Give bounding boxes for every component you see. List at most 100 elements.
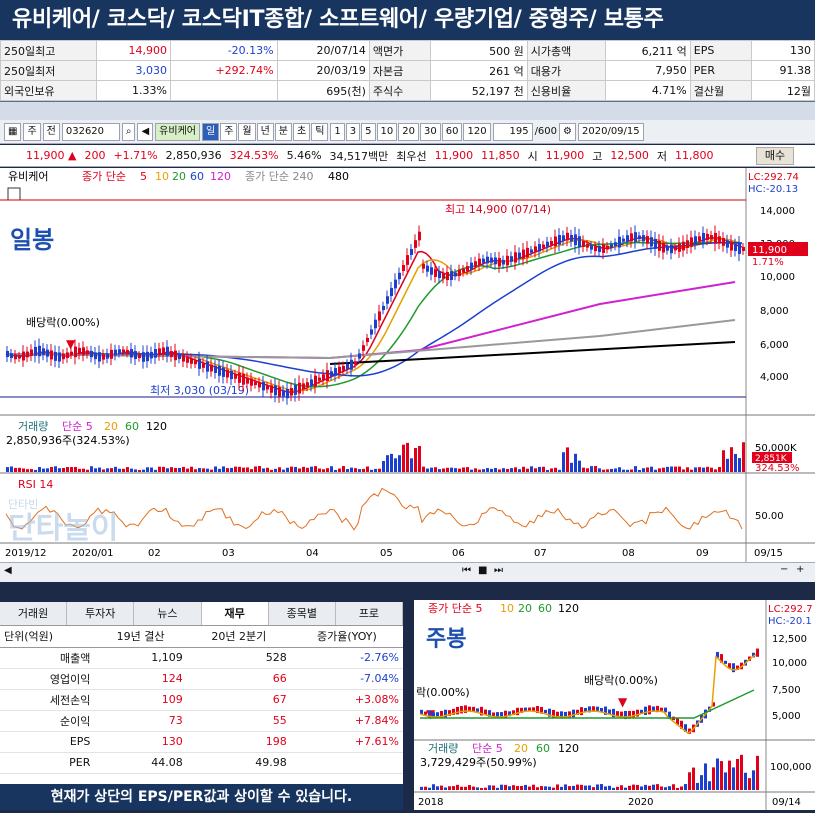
candle-body <box>606 245 609 250</box>
period-button[interactable]: 일 <box>201 122 220 141</box>
nav-stop-icon[interactable]: ■ <box>478 565 487 576</box>
weekly-volume-bar <box>508 786 511 790</box>
y-tick: 4,000 <box>760 372 789 383</box>
weekly-volume-ma: 단순 5 <box>472 742 503 755</box>
interval-button[interactable]: 1 <box>330 122 345 141</box>
financial-tab[interactable]: 종목별 <box>268 602 336 625</box>
candle-body <box>330 371 333 377</box>
weekly-volume-bar <box>592 787 595 790</box>
volume-bar <box>138 469 141 472</box>
weekly-volume-bar <box>596 784 599 790</box>
scroll-left-icon[interactable]: ◀ <box>4 565 12 576</box>
count-input[interactable]: 195 <box>492 122 533 141</box>
sound-icon[interactable]: ◀ <box>137 122 154 141</box>
period-button[interactable]: 분 <box>274 122 292 141</box>
interval-button[interactable]: 3 <box>345 122 361 141</box>
candle-body <box>538 244 541 252</box>
period-button[interactable]: 월 <box>238 122 256 141</box>
stock-title-banner: 유비케어/ 코스닥/ 코스닥IT종합/ 소프트웨어/ 우량기업/ 중형주/ 보통… <box>0 0 815 40</box>
weekly-volume-bar <box>456 784 459 790</box>
weekly-volume-bar <box>548 786 551 790</box>
financial-value-2020q2: 66 <box>186 668 291 690</box>
period-button[interactable]: 년 <box>256 122 274 141</box>
weekly-chart-svg[interactable]: 종가 단순 5 10 20 60 120 주봉 LC:292.7 HC:-20.… <box>414 600 815 810</box>
volume-bar <box>82 468 85 472</box>
stock-name-field[interactable]: 유비케어 <box>155 122 200 141</box>
weekly-candle <box>424 711 427 715</box>
nav-first-icon[interactable]: ⏮ <box>462 565 471 576</box>
summary-label: 시가총액 <box>526 40 606 61</box>
interval-button[interactable]: 10 <box>376 122 398 141</box>
volume-bar <box>602 469 605 472</box>
weekly-volume-bar <box>424 786 427 790</box>
volume-bar <box>742 442 745 472</box>
weekly-volume-bar <box>616 786 619 790</box>
volume-bar <box>662 467 665 472</box>
volume-bar <box>266 467 269 472</box>
daily-chart-svg[interactable]: 유비케어 종가 단순 5 10 20 60 120 종가 단순 240 480 … <box>0 168 815 562</box>
financial-growth: -7.04% <box>290 668 403 690</box>
interval-button[interactable]: 20 <box>398 122 419 141</box>
nav-last-icon[interactable]: ⏭ <box>494 565 503 576</box>
volume-bar <box>202 468 205 472</box>
daily-chart-pane[interactable]: 유비케어 종가 단순 5 10 20 60 120 종가 단순 240 480 … <box>0 168 815 562</box>
volume-bar <box>386 455 389 472</box>
candle-body <box>654 238 657 249</box>
candle-body <box>642 235 645 242</box>
layout-icon[interactable]: ▦ <box>4 122 22 141</box>
low-note: 최저 3,030 (03/19) <box>150 384 249 397</box>
financial-tab[interactable]: 거래원 <box>0 602 68 625</box>
candle-body <box>102 354 105 360</box>
search-icon[interactable]: ⌕ <box>121 122 136 141</box>
chart-type-select[interactable]: 주 <box>23 122 41 141</box>
financial-value-2019: 73 <box>94 710 187 732</box>
volume-bar <box>150 467 153 472</box>
volume-bar <box>78 468 81 472</box>
volume-bar <box>298 468 301 472</box>
zoom-in-icon[interactable]: + <box>796 564 804 575</box>
volume-bar <box>46 468 49 472</box>
stock-code-input[interactable]: 032620 <box>61 122 120 141</box>
interval-button[interactable]: 120 <box>463 122 491 141</box>
financial-tab[interactable]: 재무 <box>201 602 269 625</box>
financial-tab[interactable]: 프로 <box>335 602 404 625</box>
prev-button[interactable]: 전 <box>42 122 60 141</box>
candle-body <box>374 319 377 329</box>
volume-bar <box>334 469 337 472</box>
date-input[interactable]: 2020/09/15 <box>578 122 644 141</box>
candle-body <box>702 232 705 242</box>
period-button[interactable]: 초 <box>293 122 311 141</box>
weekly-volume-bar <box>648 785 651 790</box>
weekly-volume-bar <box>468 785 471 790</box>
candle-body <box>454 272 457 277</box>
weekly-y-tick: 10,000 <box>772 658 807 669</box>
financial-tab[interactable]: 투자자 <box>67 602 135 625</box>
candle-body <box>562 235 565 242</box>
candle-body <box>346 363 349 370</box>
candle-body <box>410 249 413 255</box>
buy-button[interactable]: 매수 <box>756 147 794 165</box>
chart-scroll-row[interactable]: ◀ ⏮ ■ ⏭ − + <box>0 562 815 582</box>
financial-tab[interactable]: 뉴스 <box>134 602 202 625</box>
volume-bar <box>58 468 61 472</box>
summary-row: 외국인보유 1.33% 695(천) 주식수 52,197 천 신용비율 4.71% 결산월 1… <box>0 80 815 101</box>
weekly-chart-pane[interactable]: 종가 단순 5 10 20 60 120 주봉 LC:292.7 HC:-20.… <box>414 600 815 810</box>
period-button[interactable]: 주 <box>220 122 238 141</box>
weekly-volume-bar <box>452 786 455 790</box>
interval-button[interactable]: 30 <box>420 122 441 141</box>
volume-bar <box>442 468 445 472</box>
weekly-volume-bar <box>720 761 723 790</box>
candle-body <box>570 235 573 242</box>
period-button[interactable]: 틱 <box>311 122 329 141</box>
interval-button[interactable]: 5 <box>361 122 376 141</box>
weekly-volume-bar <box>724 772 727 790</box>
volume-bar <box>90 466 93 472</box>
weekly-ma-20: 20 <box>518 602 532 615</box>
weekly-volume-bar <box>540 786 543 790</box>
zoom-out-icon[interactable]: − <box>780 564 788 575</box>
volume-bar <box>426 468 429 472</box>
interval-button[interactable]: 60 <box>441 122 463 141</box>
tools-icon[interactable]: ⚙ <box>559 122 576 141</box>
candle-body <box>302 383 305 390</box>
volume-bar <box>366 466 369 472</box>
